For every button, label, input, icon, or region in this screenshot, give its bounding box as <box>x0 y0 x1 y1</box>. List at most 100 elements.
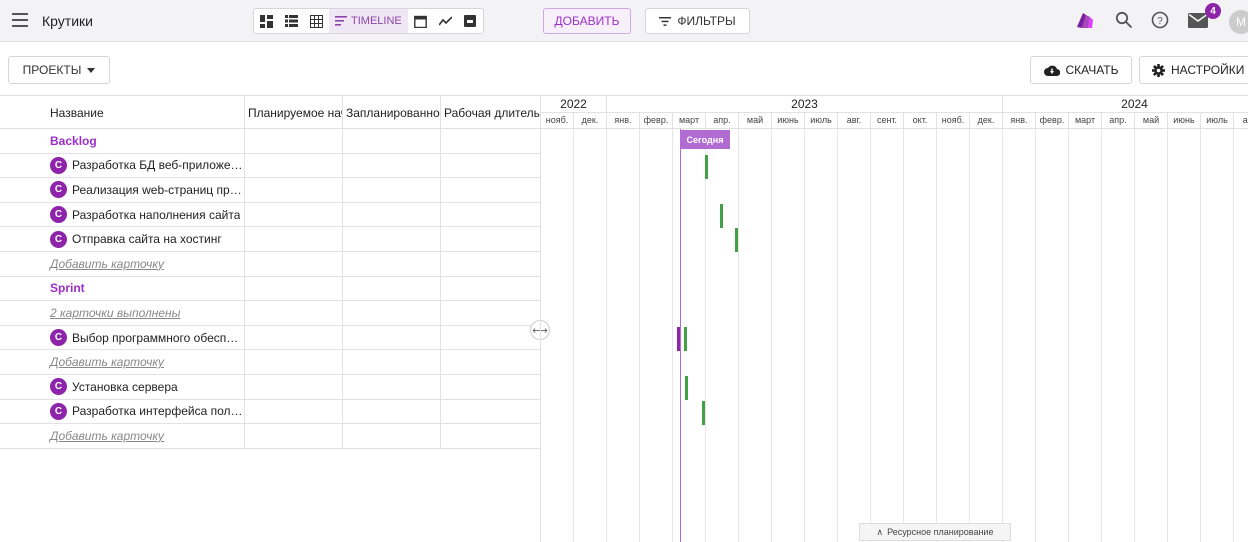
cell-planned-start[interactable] <box>245 129 343 153</box>
today-label: Сегодня <box>680 130 730 149</box>
cell-planned-start[interactable] <box>245 424 343 448</box>
timeline-bar[interactable] <box>702 400 705 425</box>
cell-planned-start[interactable] <box>245 251 343 276</box>
calendar-view-icon[interactable] <box>408 9 433 33</box>
filters-button[interactable]: ФИЛЬТРЫ <box>645 8 750 34</box>
table-row[interactable]: C Выбор программного обеспечения <box>0 325 540 351</box>
cell-planned-start[interactable] <box>245 178 343 202</box>
cell-duration[interactable] <box>441 252 540 276</box>
mail-icon[interactable] <box>1188 13 1208 28</box>
timeline-month: февр. <box>1036 113 1069 129</box>
column-header-planned-end[interactable]: Запланированное окончание <box>343 96 441 129</box>
cell-planned-end[interactable] <box>343 325 441 350</box>
timeline-view-button[interactable]: TIMELINE <box>329 9 408 33</box>
action-row[interactable]: 2 карточки выполнены <box>0 301 540 326</box>
cell-planned-end[interactable] <box>343 251 441 276</box>
card-title[interactable]: Разработка наполнения сайта <box>72 208 240 222</box>
timeline-bar[interactable] <box>685 376 688 400</box>
search-icon[interactable] <box>1115 11 1133 29</box>
action-link[interactable]: Добавить карточку <box>50 355 164 369</box>
action-row[interactable]: Добавить карточку <box>0 251 540 277</box>
cell-duration[interactable] <box>441 178 540 202</box>
cell-planned-end[interactable] <box>343 129 441 153</box>
cell-duration[interactable] <box>441 375 540 399</box>
column-header-duration[interactable]: Рабочая длительность <box>441 96 540 129</box>
cell-planned-end[interactable] <box>343 424 441 448</box>
timeline-gridline <box>1200 129 1201 542</box>
brand-logo-icon[interactable] <box>1074 11 1094 29</box>
timeline-bar[interactable] <box>677 326 680 351</box>
cell-planned-end[interactable] <box>343 350 441 374</box>
cell-planned-end[interactable] <box>343 374 441 399</box>
table-view-icon[interactable] <box>304 9 329 33</box>
cell-planned-start[interactable] <box>245 227 343 251</box>
column-header-planned-start[interactable]: Планируемое начало <box>245 96 343 129</box>
timeline-bar[interactable] <box>735 228 738 253</box>
cell-planned-start[interactable] <box>245 350 343 374</box>
card-title[interactable]: Установка сервера <box>72 380 178 394</box>
settings-button[interactable]: НАСТРОЙКИ <box>1139 56 1248 84</box>
board-title[interactable]: Крутики <box>42 13 93 29</box>
hamburger-menu-icon[interactable] <box>12 13 28 27</box>
action-row[interactable]: Добавить карточку <box>0 424 540 449</box>
kanban-view-icon[interactable] <box>254 9 279 33</box>
cell-duration[interactable] <box>441 203 540 227</box>
cell-planned-start[interactable] <box>245 202 343 227</box>
card-title[interactable]: Выбор программного обеспечения <box>72 331 244 345</box>
cell-duration[interactable] <box>441 129 540 153</box>
table-row[interactable]: C Реализация web-страниц приложения <box>0 178 540 203</box>
timeline-bar[interactable] <box>705 154 708 179</box>
cell-planned-end[interactable] <box>343 301 441 325</box>
cell-duration[interactable] <box>441 350 540 374</box>
table-row[interactable]: C Установка сервера <box>0 374 540 400</box>
help-icon[interactable]: ? <box>1151 11 1169 29</box>
table-row[interactable]: C Отправка сайта на хостинг <box>0 227 540 252</box>
cell-duration[interactable] <box>441 326 540 350</box>
action-link[interactable]: 2 карточки выполнены <box>50 306 181 320</box>
list-view-icon[interactable] <box>279 9 304 33</box>
table-body: Backlog C Разработка БД веб-приложения C Реа… <box>0 129 540 449</box>
cell-planned-start[interactable] <box>245 153 343 178</box>
table-row[interactable]: C Разработка БД веб-приложения <box>0 153 540 179</box>
timeline-bar[interactable] <box>720 203 723 228</box>
cell-planned-start[interactable] <box>245 276 343 301</box>
cell-planned-end[interactable] <box>343 178 441 202</box>
projects-dropdown[interactable]: ПРОЕКТЫ <box>8 56 110 84</box>
table-row[interactable]: C Разработка наполнения сайта <box>0 202 540 228</box>
download-button[interactable]: СКАЧАТЬ <box>1030 56 1132 84</box>
cell-planned-start[interactable] <box>245 301 343 325</box>
cell-duration[interactable] <box>441 400 540 424</box>
cell-planned-end[interactable] <box>343 202 441 227</box>
card-title[interactable]: Разработка интерфейса пользователя <box>72 404 244 418</box>
user-avatar[interactable]: М <box>1229 10 1248 34</box>
archive-view-icon[interactable] <box>458 9 483 33</box>
cell-duration[interactable] <box>441 277 540 301</box>
cell-duration[interactable] <box>441 154 540 178</box>
group-title[interactable]: Sprint <box>50 281 85 295</box>
group-title[interactable]: Backlog <box>50 134 97 148</box>
cell-planned-start[interactable] <box>245 399 343 424</box>
group-row[interactable]: Backlog <box>0 129 540 154</box>
cell-planned-end[interactable] <box>343 227 441 251</box>
card-title[interactable]: Реализация web-страниц приложения <box>72 183 244 197</box>
column-header-title[interactable]: Название <box>0 96 245 129</box>
cell-planned-start[interactable] <box>245 374 343 399</box>
add-button[interactable]: ДОБАВИТЬ <box>543 8 631 34</box>
cell-planned-start[interactable] <box>245 325 343 350</box>
chart-view-icon[interactable] <box>433 9 458 33</box>
cell-duration[interactable] <box>441 227 540 251</box>
table-row[interactable]: C Разработка интерфейса пользователя <box>0 399 540 425</box>
cell-planned-end[interactable] <box>343 153 441 178</box>
cell-duration[interactable] <box>441 424 540 448</box>
timeline-bar[interactable] <box>684 326 687 351</box>
cell-planned-end[interactable] <box>343 276 441 301</box>
resource-planning-button[interactable]: ∧ Ресурсное планирование <box>859 523 1011 541</box>
card-title[interactable]: Разработка БД веб-приложения <box>72 158 244 172</box>
cell-planned-end[interactable] <box>343 399 441 424</box>
action-link[interactable]: Добавить карточку <box>50 429 164 443</box>
group-row[interactable]: Sprint <box>0 276 540 302</box>
action-link[interactable]: Добавить карточку <box>50 257 164 271</box>
card-title[interactable]: Отправка сайта на хостинг <box>72 232 222 246</box>
action-row[interactable]: Добавить карточку <box>0 350 540 375</box>
cell-duration[interactable] <box>441 301 540 325</box>
